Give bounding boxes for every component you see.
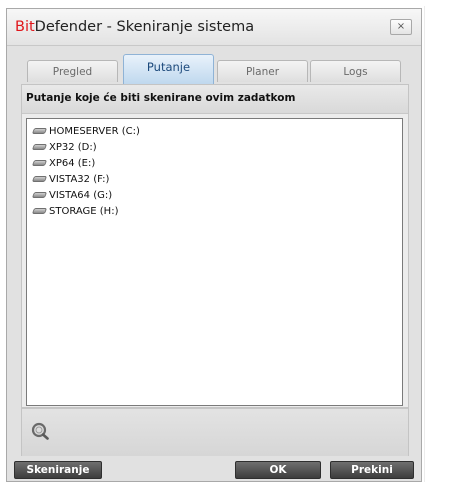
drive-icon <box>31 159 48 167</box>
panel-header: Putanje koje će biti skenirane ovim zada… <box>22 85 408 114</box>
tab-logs[interactable]: Logs <box>310 60 401 82</box>
drive-label: XP64 (E:) <box>49 157 96 169</box>
list-item-drive-d[interactable]: XP32 (D:) <box>31 139 97 155</box>
close-button[interactable]: × <box>390 19 412 35</box>
brand-bit: Bit <box>15 19 35 35</box>
tab-putanje[interactable]: Putanje <box>123 54 214 84</box>
list-item-drive-e[interactable]: XP64 (E:) <box>31 155 96 171</box>
tab-bar: Pregled Putanje Planer Logs <box>27 54 401 84</box>
drive-list[interactable]: HOMESERVER (C:) XP32 (D:) XP64 (E:) VIST… <box>26 118 403 406</box>
drive-icon <box>31 175 48 183</box>
ok-button[interactable]: OK <box>235 461 321 479</box>
drive-label: STORAGE (H:) <box>49 205 119 217</box>
tab-pregled[interactable]: Pregled <box>27 60 118 82</box>
drive-icon <box>31 191 48 199</box>
drive-label: VISTA32 (F:) <box>49 173 110 185</box>
toolbar-divider <box>22 408 408 409</box>
list-item-drive-g[interactable]: VISTA64 (G:) <box>31 187 113 203</box>
drive-label: XP32 (D:) <box>49 141 97 153</box>
scan-dialog: BitDefender - Skeniranje sistema × Pregl… <box>6 8 422 482</box>
drive-icon <box>31 127 48 135</box>
list-item-drive-c[interactable]: HOMESERVER (C:) <box>31 123 140 139</box>
panel-header-label: Putanje koje će biti skenirane ovim zada… <box>26 92 296 104</box>
search-icon[interactable] <box>31 422 49 440</box>
drive-label: VISTA64 (G:) <box>49 189 113 201</box>
brand-defender: Defender <box>34 19 103 35</box>
title-bar[interactable]: BitDefender - Skeniranje sistema × <box>7 9 421 46</box>
drive-label: HOMESERVER (C:) <box>49 125 140 137</box>
title-text: - Skeniranje sistema <box>102 19 255 35</box>
footer-buttons: Skeniranje OK Prekini <box>7 461 421 483</box>
panel-toolbar <box>21 408 409 456</box>
window-title: BitDefender - Skeniranje sistema <box>15 19 254 35</box>
paths-panel: Putanje koje će biti skenirane ovim zada… <box>21 84 409 408</box>
drive-icon <box>31 207 48 215</box>
drive-icon <box>31 143 48 151</box>
window-shadow-line <box>424 6 425 482</box>
tab-planer[interactable]: Planer <box>217 60 308 82</box>
cancel-button[interactable]: Prekini <box>330 461 414 479</box>
list-item-drive-f[interactable]: VISTA32 (F:) <box>31 171 110 187</box>
scan-button[interactable]: Skeniranje <box>14 461 102 479</box>
list-item-drive-h[interactable]: STORAGE (H:) <box>31 203 119 219</box>
